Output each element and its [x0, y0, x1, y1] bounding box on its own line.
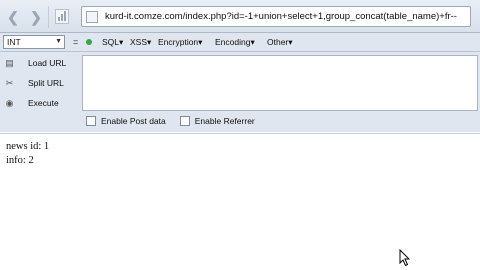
zoom-minus-button[interactable]: = [73, 37, 78, 47]
news-id-text: news id: 1 [6, 141, 50, 152]
menu-other[interactable]: Other▾ [267, 37, 293, 48]
navigation-bar: ❮ ❯ kurd-it.comze.com/index.php?id=-1+un… [0, 0, 480, 33]
url-text[interactable]: kurd-it.comze.com/index.php?id=-1+union+… [105, 11, 465, 22]
dropdown-arrow-icon: ▼ [55, 38, 62, 45]
split-url-label: Split URL [28, 78, 64, 88]
execute-label: Execute [28, 98, 59, 108]
hackbar-panel: ▤ Load URL ✂ Split URL ◉ Execute Enable … [0, 52, 480, 132]
back-arrow-icon[interactable]: ❮ [5, 9, 21, 25]
mouse-cursor-icon [399, 249, 411, 267]
load-url-label: Load URL [28, 58, 67, 68]
status-dot-icon[interactable] [86, 39, 92, 45]
address-bar[interactable]: kurd-it.comze.com/index.php?id=-1+union+… [81, 6, 471, 27]
hackbar-url-textarea[interactable] [82, 55, 478, 111]
menu-xss[interactable]: XSS▾ [130, 37, 151, 48]
enable-referrer-label[interactable]: Enable Referrer [195, 116, 255, 126]
split-url-icon: ✂ [5, 77, 14, 88]
type-selector[interactable]: INT ▼ [3, 35, 65, 49]
hackbar-options: Enable Post data Enable Referrer [86, 116, 269, 126]
enable-post-data-label[interactable]: Enable Post data [101, 116, 166, 126]
execute-icon: ◉ [5, 97, 14, 108]
execute-button[interactable]: ◉ Execute [4, 96, 59, 110]
forward-arrow-icon[interactable]: ❯ [28, 9, 44, 25]
menu-encryption[interactable]: Encryption▾ [158, 37, 202, 48]
page-favicon-icon [86, 11, 98, 23]
load-url-button[interactable]: ▤ Load URL [4, 56, 66, 70]
enable-post-data-checkbox[interactable] [86, 116, 96, 126]
toolbar-separator [48, 6, 49, 28]
menu-sql[interactable]: SQL▾ [102, 37, 123, 48]
hackbar-toolbar: INT ▼ = SQL▾ XSS▾ Encryption▾ Encoding▾ … [0, 33, 480, 52]
type-selector-value: INT [7, 37, 21, 47]
load-url-icon: ▤ [5, 57, 14, 68]
menu-encoding[interactable]: Encoding▾ [215, 37, 255, 48]
split-url-button[interactable]: ✂ Split URL [4, 76, 64, 90]
bar-chart-icon[interactable] [55, 9, 69, 24]
enable-referrer-checkbox[interactable] [179, 116, 190, 126]
info-text: info: 2 [6, 155, 34, 166]
